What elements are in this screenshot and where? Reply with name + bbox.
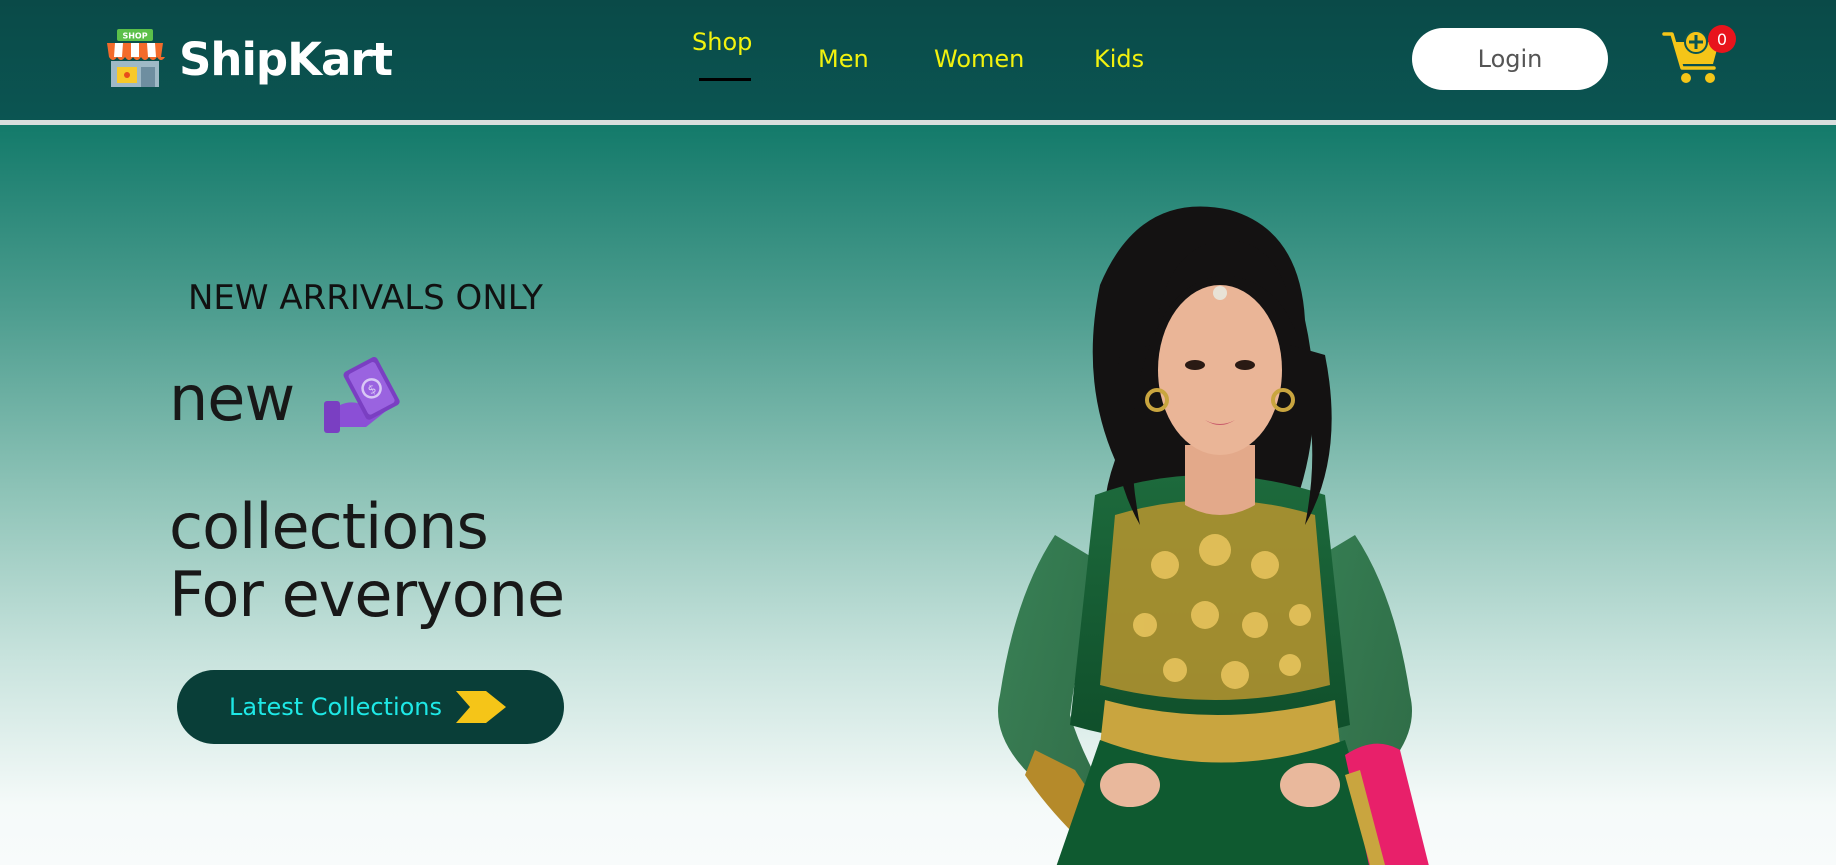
logo-badge: SHOP — [122, 32, 147, 41]
hero-headline-line-3: For everyone — [169, 558, 565, 631]
hero-headline-word: new — [169, 362, 295, 435]
hero-tagline: NEW ARRIVALS ONLY — [188, 278, 543, 318]
shop-icon: SHOP — [107, 29, 165, 87]
hero-section: NEW ARRIVALS ONLY new $ collections For … — [0, 125, 1836, 865]
navbar: SHOP ShipKart Shop Men Women Kids Login … — [0, 0, 1836, 125]
nav-link-women[interactable]: Women — [934, 45, 1024, 73]
nav-link-men[interactable]: Men — [818, 45, 869, 73]
nav-link-shop[interactable]: Shop — [692, 28, 752, 56]
hero-headline-line-2: collections — [169, 490, 489, 563]
brand-name: ShipKart — [179, 32, 393, 86]
cart-count-badge: 0 — [1708, 25, 1736, 53]
login-button[interactable]: Login — [1412, 28, 1608, 90]
money-hand-icon: $ — [324, 357, 400, 433]
cta-label: Latest Collections — [229, 693, 443, 721]
active-nav-indicator — [699, 78, 751, 81]
model-photo — [998, 206, 1429, 865]
chevron-arrow-icon — [456, 691, 507, 723]
nav-link-kids[interactable]: Kids — [1094, 45, 1144, 73]
brand-logo[interactable]: SHOP ShipKart — [105, 28, 393, 90]
latest-collections-button[interactable]: Latest Collections — [177, 670, 564, 744]
